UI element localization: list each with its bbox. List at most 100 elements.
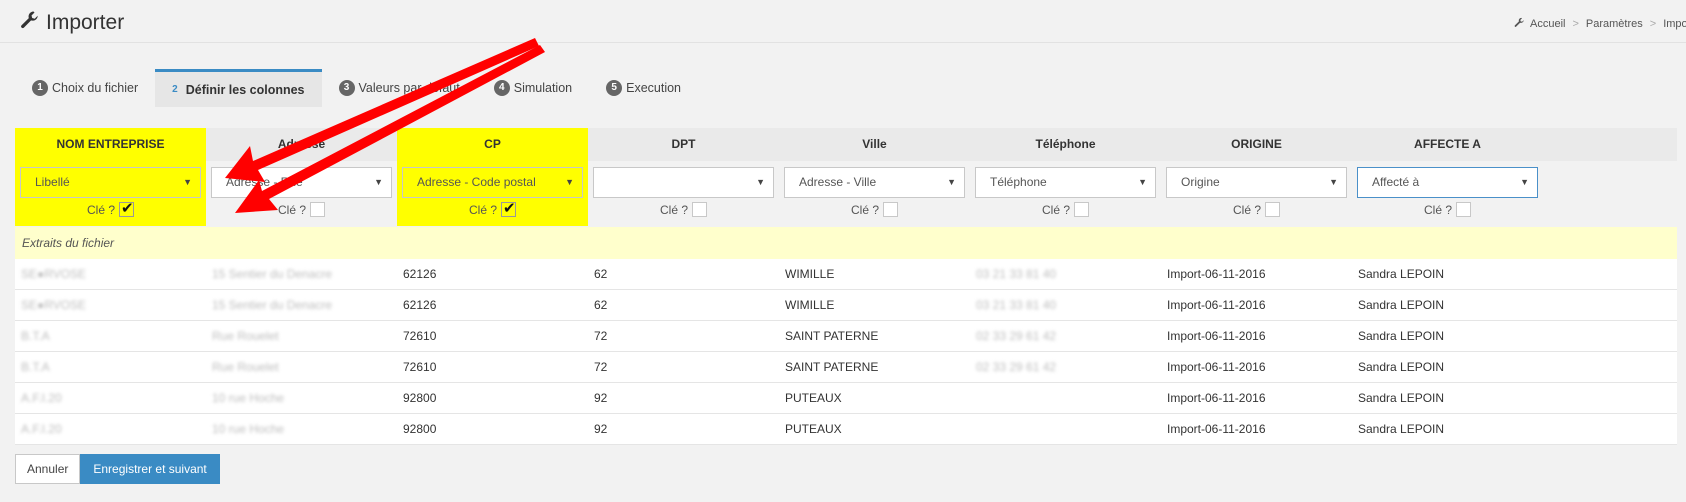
step-label: Simulation <box>513 81 573 95</box>
table-cell: 72610 <box>403 329 437 343</box>
table-cell: 15 Sentier du Denacre <box>212 298 333 312</box>
key-option: Clé ? ✔ <box>20 200 201 217</box>
page-header: Importer Accueil > Paramètres > Importer <box>0 0 1686 43</box>
table-cell: PUTEAUX <box>785 391 842 405</box>
table-cell: 72610 <box>403 360 437 374</box>
key-checkbox[interactable] <box>692 202 707 217</box>
file-extract-label: Extraits du fichier <box>15 227 1677 259</box>
column-header: CP <box>397 128 588 161</box>
table-cell: 62 <box>594 267 608 281</box>
table-cell: Sandra LEPOIN <box>1358 391 1445 405</box>
table-cell: 10 rue Hoche <box>212 391 285 405</box>
step-execution[interactable]: 5 Execution <box>589 69 698 107</box>
table-row: SE●RVOSE 15 Sentier du Denacre 62126 62 WIMI… <box>15 259 1677 290</box>
table-cell: SE●RVOSE <box>21 298 87 312</box>
select-value: Adresse - Ville <box>799 175 877 189</box>
table-cell: Rue Rouelet <box>212 329 279 343</box>
mapping-select[interactable]: Adresse - Code postal ▼ <box>402 167 583 198</box>
key-option: Clé ? <box>1166 202 1347 217</box>
select-value: Libellé <box>35 175 70 189</box>
breadcrumb-settings[interactable]: Paramètres <box>1586 18 1643 30</box>
table-row: A.F.I.20 10 rue Hoche 92800 92 PUTEAUX Import… <box>15 414 1677 445</box>
select-value: Téléphone <box>990 175 1047 189</box>
mapping-select[interactable]: Adresse - Ville ▼ <box>784 167 965 198</box>
caret-down-icon: ▼ <box>1329 177 1338 187</box>
key-option: Clé ? <box>593 202 774 217</box>
key-checkbox[interactable] <box>883 202 898 217</box>
key-checkbox[interactable] <box>1456 202 1471 217</box>
column-header: AFFECTE A <box>1414 137 1481 151</box>
table-cell: PUTEAUX <box>785 422 842 436</box>
table-cell: Sandra LEPOIN <box>1358 422 1445 436</box>
table-cell: 03 21 33 81 40 <box>976 298 1057 312</box>
table-cell <box>970 383 1161 413</box>
table-cell: WIMILLE <box>785 267 835 281</box>
key-checkbox[interactable] <box>1265 202 1280 217</box>
select-value: Adresse - Code postal <box>417 175 536 189</box>
caret-down-icon: ▼ <box>756 177 765 187</box>
wrench-icon <box>20 10 46 36</box>
save-and-next-button[interactable]: Enregistrer et suivant <box>80 454 220 484</box>
column-header: Adresse <box>277 137 326 151</box>
caret-down-icon: ▼ <box>947 177 956 187</box>
column-header: ORIGINE <box>1231 137 1282 151</box>
table-cell: Import-06-11-2016 <box>1167 391 1266 405</box>
cancel-button[interactable]: Annuler <box>15 454 81 484</box>
key-label: Clé ? <box>1041 202 1070 217</box>
breadcrumb-separator: > <box>1572 18 1579 30</box>
table-cell: A.F.I.20 <box>21 422 62 436</box>
key-checkbox[interactable]: ✔ <box>119 200 134 217</box>
step-label: Choix du fichier <box>52 81 139 95</box>
checkmark-icon: ✔ <box>121 200 134 217</box>
step-file-choice[interactable]: 1 Choix du fichier <box>15 69 155 107</box>
column-header-row: NOM ENTREPRISE Adresse CP DPT Ville Télé… <box>15 128 1677 161</box>
mapping-select[interactable]: Affecté à ▼ <box>1357 167 1538 198</box>
table-cell: SAINT PATERNE <box>785 360 879 374</box>
mapping-cell: Adresse - Code postal ▼ Clé ? ✔ <box>397 161 588 226</box>
table-cell: Sandra LEPOIN <box>1358 360 1445 374</box>
step-simulation[interactable]: 4 Simulation <box>477 69 589 107</box>
mapping-cell: Origine ▼ Clé ? <box>1161 161 1352 226</box>
table-cell: B.T.A <box>21 360 50 374</box>
key-checkbox[interactable]: ✔ <box>501 200 516 217</box>
mapping-cell: Téléphone ▼ Clé ? <box>970 161 1161 226</box>
wizard-steps: 1 Choix du fichier 2 Définir les colonnes … <box>15 69 698 107</box>
table-cell: 10 rue Hoche <box>212 422 285 436</box>
caret-down-icon: ▼ <box>565 177 574 187</box>
table-cell: Sandra LEPOIN <box>1358 267 1445 281</box>
key-option: Clé ? <box>211 202 392 217</box>
caret-down-icon: ▼ <box>1138 177 1147 187</box>
breadcrumb: Accueil > Paramètres > Importer <box>1514 17 1686 31</box>
step-number: 5 <box>606 80 623 96</box>
mapping-select[interactable]: Téléphone ▼ <box>975 167 1156 198</box>
step-default-values[interactable]: 3 Valeurs par défaut <box>322 69 477 107</box>
step-number: 1 <box>32 80 48 96</box>
mapping-select[interactable]: ▼ <box>593 167 774 198</box>
breadcrumb-home[interactable]: Accueil <box>1530 18 1565 30</box>
mapping-select[interactable]: Origine ▼ <box>1166 167 1347 198</box>
key-label: Clé ? <box>850 202 879 217</box>
mapping-row: Libellé ▼ Clé ? ✔ Adresse - Rue ▼ Clé ? Adr… <box>15 161 1677 226</box>
table-cell: Import-06-11-2016 <box>1167 298 1266 312</box>
table-cell: WIMILLE <box>785 298 835 312</box>
table-row: B.T.A Rue Rouelet 72610 72 SAINT PATERNE 02 3… <box>15 352 1677 383</box>
table-cell: Import-06-11-2016 <box>1167 267 1266 281</box>
table-cell: 92800 <box>403 422 437 436</box>
select-value: Adresse - Rue <box>226 175 303 189</box>
key-label: Clé ? <box>468 202 497 217</box>
table-cell: SE●RVOSE <box>21 267 87 281</box>
key-option: Clé ? <box>784 202 965 217</box>
table-row: A.F.I.20 10 rue Hoche 92800 92 PUTEAUX Import… <box>15 383 1677 414</box>
key-option: Clé ? <box>1357 202 1538 217</box>
step-define-columns[interactable]: 2 Définir les colonnes <box>155 69 322 107</box>
table-cell: Sandra LEPOIN <box>1358 298 1445 312</box>
step-number: 3 <box>338 80 355 96</box>
mapping-select[interactable]: Adresse - Rue ▼ <box>211 167 392 198</box>
key-checkbox[interactable] <box>310 202 325 217</box>
breadcrumb-separator: > <box>1649 18 1657 30</box>
key-label: Clé ? <box>659 202 688 217</box>
table-cell: SAINT PATERNE <box>785 329 879 343</box>
key-checkbox[interactable] <box>1074 202 1089 217</box>
column-header: Ville <box>862 137 887 151</box>
mapping-select[interactable]: Libellé ▼ <box>20 167 201 198</box>
